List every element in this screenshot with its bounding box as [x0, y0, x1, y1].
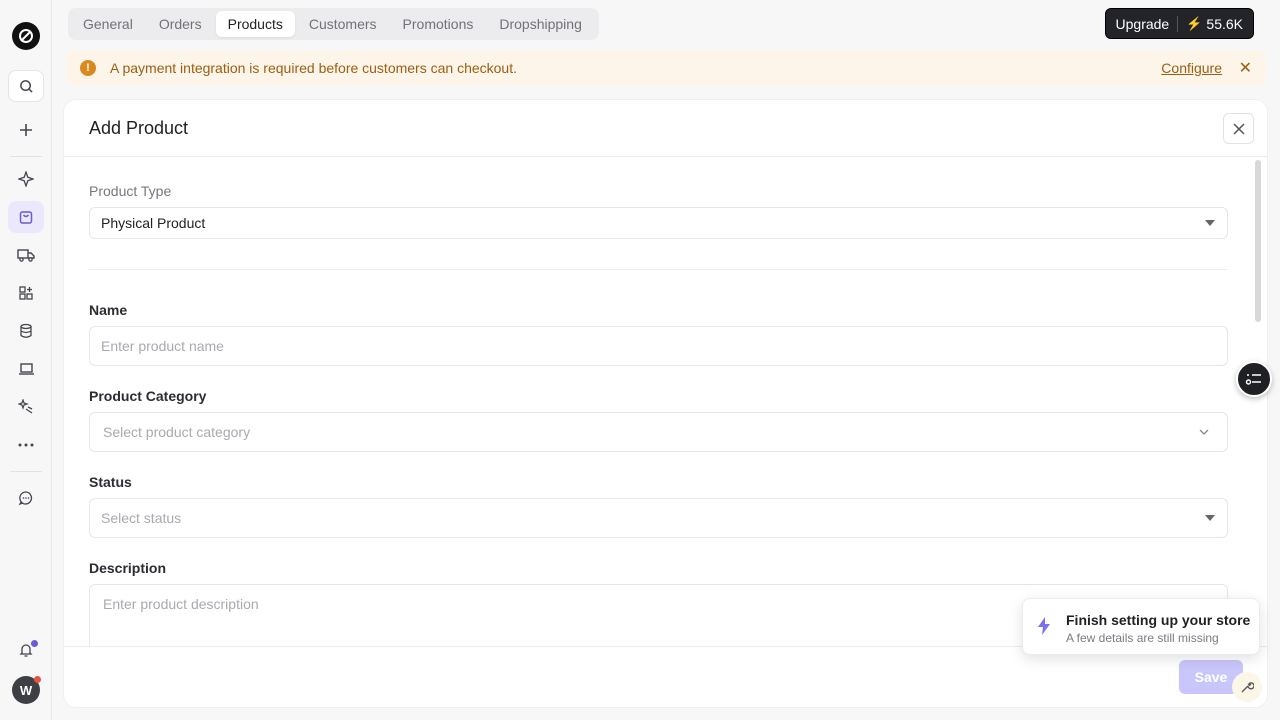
checklist-icon: [1245, 374, 1261, 385]
warning-icon: !: [80, 60, 96, 76]
setup-toast[interactable]: Finish setting up your store A few detai…: [1022, 598, 1260, 655]
scrollbar[interactable]: [1255, 160, 1261, 322]
notification-dot: [31, 640, 38, 647]
caret-down-icon: [1205, 220, 1215, 226]
panel-footer: Save: [64, 646, 1267, 707]
tab-dropshipping[interactable]: Dropshipping: [487, 11, 594, 37]
rail-divider: [10, 471, 42, 472]
checklist-fab[interactable]: [1236, 361, 1272, 397]
magic-tools-icon[interactable]: [8, 391, 44, 423]
credits-count: 55.6K: [1206, 15, 1243, 32]
avatar-initial: W: [19, 682, 33, 698]
name-input[interactable]: Enter product name: [89, 326, 1228, 366]
description-label: Description: [89, 560, 167, 576]
top-tabs: General Orders Products Customers Promot…: [68, 8, 599, 40]
left-rail: W: [0, 0, 52, 720]
category-label: Product Category: [89, 388, 207, 404]
close-icon: [1232, 122, 1245, 135]
panel-header: Add Product: [64, 100, 1267, 157]
payment-warning-banner: ! A payment integration is required befo…: [66, 50, 1266, 86]
avatar-status-dot: [34, 676, 41, 683]
chevron-down-icon: [1199, 429, 1209, 435]
toast-title: Finish setting up your store: [1066, 612, 1251, 628]
name-label: Name: [89, 302, 128, 318]
laptop-icon[interactable]: [8, 353, 44, 385]
panel-title: Add Product: [89, 117, 189, 138]
category-placeholder: Select product category: [103, 424, 251, 440]
status-label: Status: [89, 474, 132, 490]
plus-icon[interactable]: [8, 114, 44, 146]
upgrade-label: Upgrade: [1115, 15, 1170, 32]
upgrade-button[interactable]: Upgrade ⚡ 55.6K: [1104, 8, 1254, 39]
upgrade-divider: [1177, 15, 1179, 32]
close-panel-button[interactable]: [1223, 113, 1254, 144]
search-icon[interactable]: [8, 70, 44, 102]
truck-icon[interactable]: [8, 239, 44, 271]
store-bag-icon[interactable]: [8, 201, 44, 233]
caret-down-icon: [1205, 515, 1215, 521]
database-icon[interactable]: [8, 315, 44, 347]
category-select[interactable]: Select product category: [89, 412, 1228, 452]
banner-message: A payment integration is required before…: [110, 60, 517, 76]
bolt-icon: [1037, 617, 1051, 640]
configure-link[interactable]: Configure: [1161, 60, 1222, 76]
tab-customers[interactable]: Customers: [297, 11, 389, 37]
tab-general[interactable]: General: [71, 11, 145, 37]
name-placeholder: Enter product name: [101, 338, 224, 354]
chat-icon[interactable]: [8, 482, 44, 514]
bolt-icon: ⚡: [1186, 15, 1203, 31]
product-type-select[interactable]: Physical Product: [89, 207, 1228, 239]
divider: [89, 269, 1228, 270]
notification-bell-icon[interactable]: [8, 634, 44, 666]
tab-products[interactable]: Products: [215, 11, 295, 37]
apps-grid-icon[interactable]: [8, 277, 44, 309]
avatar[interactable]: W: [12, 676, 41, 704]
toast-subtitle: A few details are still missing: [1066, 631, 1219, 645]
product-type-label: Product Type: [89, 183, 172, 199]
rail-divider: [10, 156, 42, 157]
more-dots-icon[interactable]: [8, 429, 44, 461]
tab-orders[interactable]: Orders: [147, 11, 214, 37]
status-placeholder: Select status: [101, 510, 182, 526]
app-logo-icon[interactable]: [12, 22, 40, 50]
wrench-icon[interactable]: [1232, 672, 1262, 702]
tab-promotions[interactable]: Promotions: [391, 11, 486, 37]
product-type-value: Physical Product: [101, 215, 206, 231]
close-icon[interactable]: ✕: [1239, 58, 1252, 78]
description-placeholder: Enter product description: [103, 596, 259, 612]
sparkle-icon[interactable]: [8, 163, 44, 195]
status-select[interactable]: Select status: [89, 498, 1228, 538]
